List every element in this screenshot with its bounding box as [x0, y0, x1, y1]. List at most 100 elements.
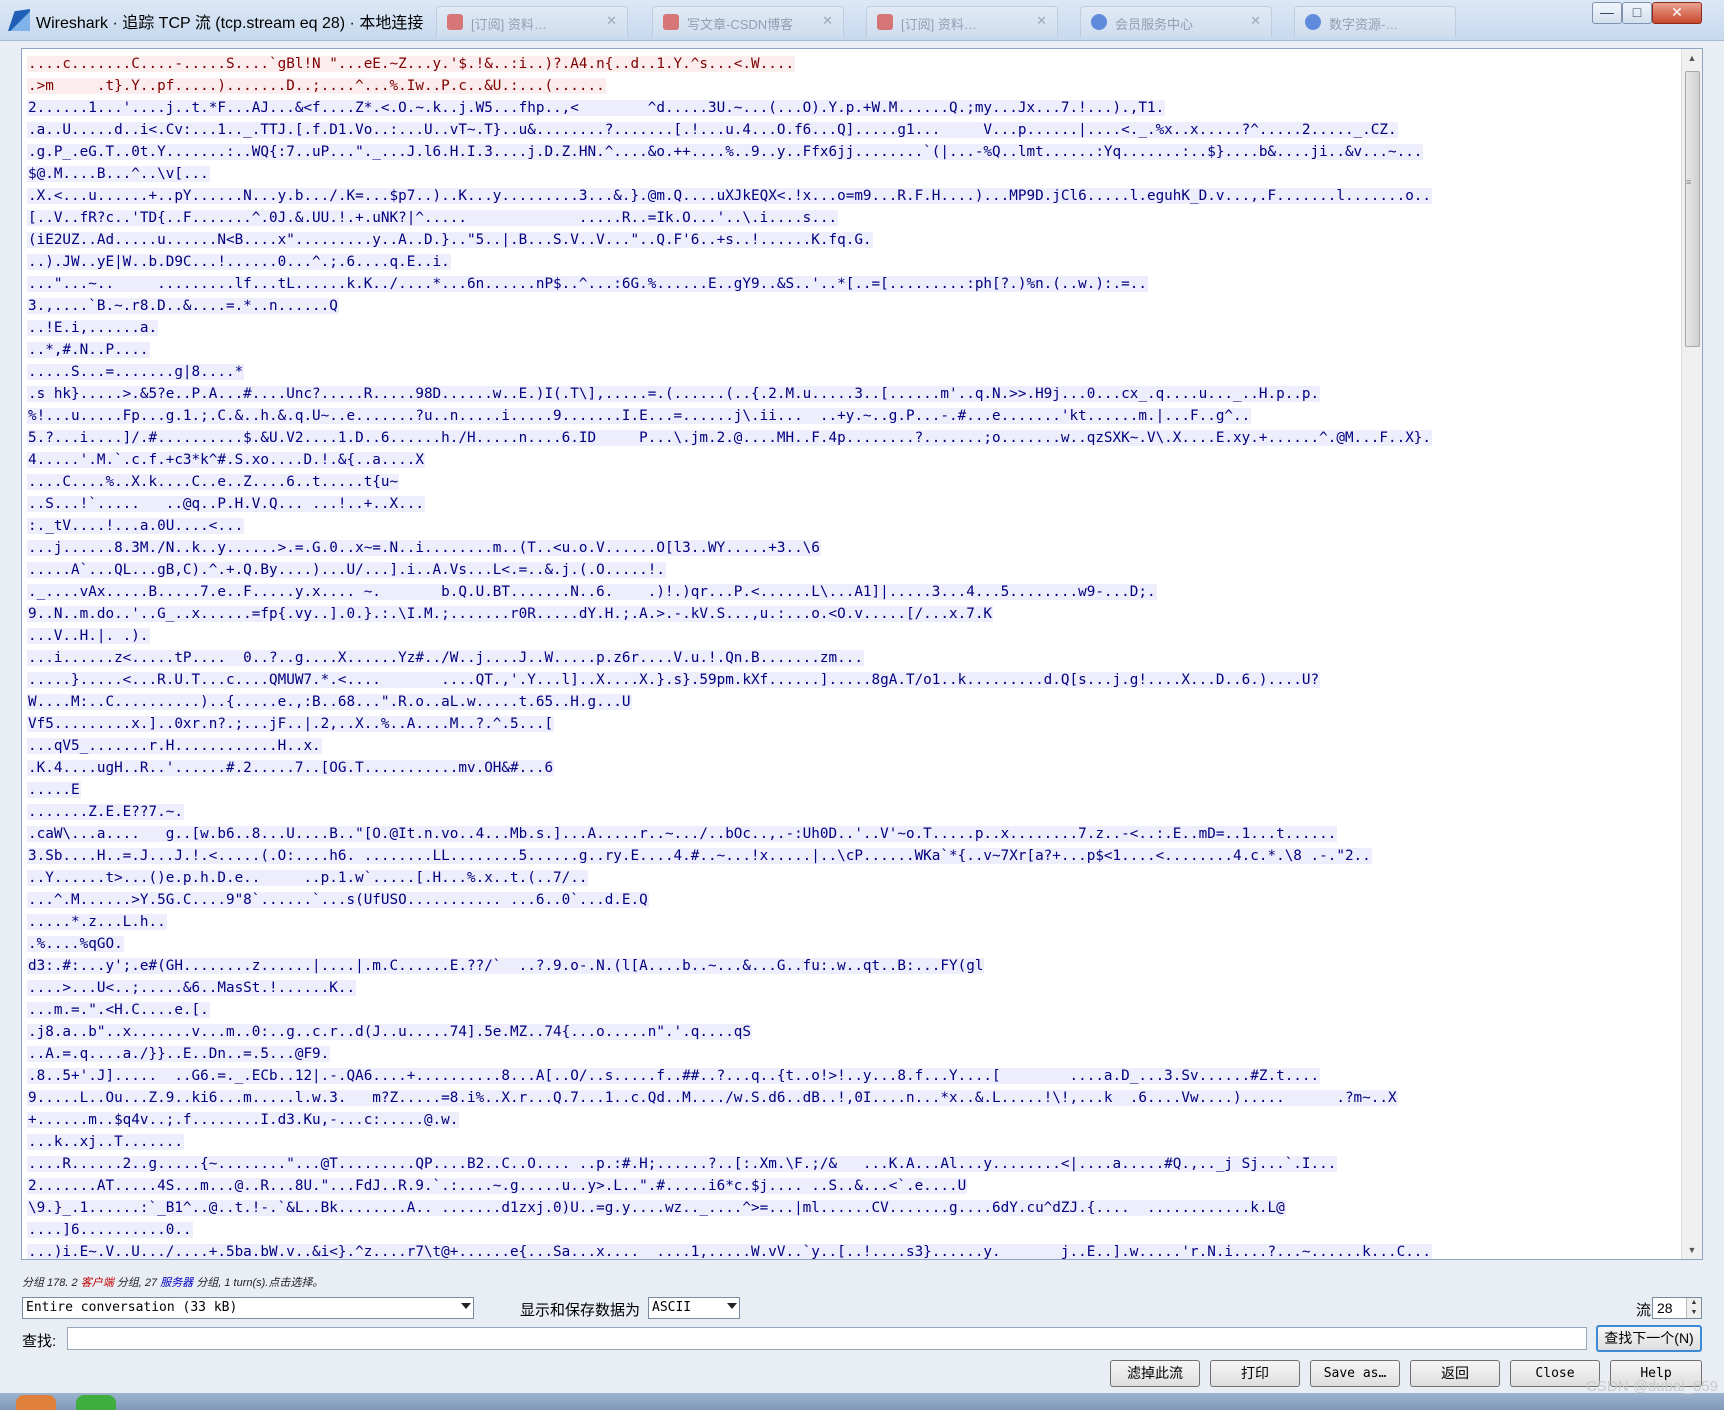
server-data-line[interactable]: ...i......z<.....tP.... 0..?..g....X....…: [27, 647, 1677, 669]
dropdown-arrow-icon: [727, 1303, 737, 1309]
background-browser-tab-4[interactable]: 会员服务中心 ✕: [1080, 6, 1272, 37]
wireshark-fin-icon: [8, 9, 30, 31]
show-as-label: 显示和保存数据为: [520, 1302, 641, 1319]
stream-text[interactable]: ....c.......C....-.....S....`gBl!N "...e…: [27, 53, 1677, 1259]
server-data-line[interactable]: ...)i.E~.V..U.../....+.5ba.bW.v..&i<}.^z…: [27, 1241, 1677, 1259]
server-data-line[interactable]: ...j......8.3M./N..k..y......>.=.G.0..x~…: [27, 537, 1677, 559]
server-data-line[interactable]: ...^.M......>Y.5G.C....9"8`......`...s(U…: [27, 889, 1677, 911]
server-data-line[interactable]: 5.?...i....]/.#..........$.&U.V2....1.D.…: [27, 427, 1677, 449]
server-data-line[interactable]: ....>...U<..;.....&6..MasSt.!......K..: [27, 977, 1677, 999]
stream-number-spinbox[interactable]: 28 ▲ ▼: [1652, 1297, 1702, 1319]
client-data-line[interactable]: ....c.......C....-.....S....`gBl!N "...e…: [27, 53, 1677, 75]
server-data-line[interactable]: .......Z.E.E??7.~.: [27, 801, 1677, 823]
maximize-button[interactable]: □: [1622, 2, 1652, 24]
server-data-line[interactable]: ..."...~.. .........lf...tL......k.K../.…: [27, 273, 1677, 295]
server-data-line[interactable]: [..V..fR?c..'TD{..F.......^.0J.&.UU.!.+.…: [27, 207, 1677, 229]
server-data-line[interactable]: .....E: [27, 779, 1677, 801]
save-as-button[interactable]: Save as…: [1310, 1360, 1400, 1387]
server-data-line[interactable]: .K.4....ugH..R..'......#.2.....7..[OG.T.…: [27, 757, 1677, 779]
print-button[interactable]: 打印: [1210, 1360, 1300, 1387]
server-data-line[interactable]: ...m.=.".<H.C....e.[.: [27, 999, 1677, 1021]
server-data-line[interactable]: ...qV5_.......r.H............H..x.: [27, 735, 1677, 757]
server-data-line[interactable]: ...V..H.|. .).: [27, 625, 1677, 647]
server-data-line[interactable]: ..).JW..yE|W..b.D9C...!......0...^.;.6..…: [27, 251, 1677, 273]
background-browser-tab-5[interactable]: 数字资源-…: [1294, 6, 1456, 37]
server-data-line[interactable]: :._tV....!...a.0U....<...: [27, 515, 1677, 537]
spin-up-icon[interactable]: ▲: [1686, 1298, 1701, 1308]
server-data-line[interactable]: d3:.#:...y';.e#(GH........z......|....|.…: [27, 955, 1677, 977]
tab-close-icon[interactable]: ✕: [1250, 13, 1261, 29]
find-next-button[interactable]: 查找下一个(N): [1596, 1325, 1702, 1352]
vertical-scrollbar[interactable]: ▲ ≡ ▼: [1681, 49, 1702, 1259]
stream-status-text: 分组 178. 2 客户端 分组, 27 服务器 分组, 1 turn(s).点…: [22, 1277, 324, 1289]
stream-label: 流: [1636, 1302, 1652, 1319]
server-data-line[interactable]: $@.M....B...^..\v[...: [27, 163, 1677, 185]
dropdown-arrow-icon: [461, 1303, 471, 1309]
close-window-button[interactable]: ✕: [1652, 2, 1702, 24]
server-data-line[interactable]: 4.....'.M.`.c.f.+c3*k^#.S.xo....D.!.&{..…: [27, 449, 1677, 471]
scroll-grip-icon: ≡: [1686, 177, 1692, 187]
taskbar-chat-icon[interactable]: [76, 1395, 116, 1410]
find-input[interactable]: [67, 1327, 1587, 1350]
background-browser-tab-2[interactable]: 写文章-CSDN博客 ✕: [652, 6, 844, 37]
server-data-line[interactable]: ..S...!`..... ..@q..P.H.V.Q... ...!..+..…: [27, 493, 1677, 515]
server-data-line[interactable]: ..A.=.q....a./}}..E..Dn..=.5...@F9.: [27, 1043, 1677, 1065]
minimize-button[interactable]: —: [1592, 2, 1622, 24]
server-data-line[interactable]: 9..N..m.do..'..G_..x......=fp{.vy..].0.}…: [27, 603, 1677, 625]
taskbar-app-icon[interactable]: [16, 1395, 56, 1410]
client-label: 客户端: [80, 1277, 114, 1289]
server-data-line[interactable]: 3.Sb....H..=.J...J.!.<.....(.O:....h6. .…: [27, 845, 1677, 867]
tab-close-icon[interactable]: ✕: [606, 13, 617, 29]
server-data-line[interactable]: 9.....L..Ou...Z.9..ki6...m.....l.w.3. m?…: [27, 1087, 1677, 1109]
server-data-line[interactable]: Vf5.........x.]..0xr.n?.;...jF..|.2,..X.…: [27, 713, 1677, 735]
server-data-line[interactable]: .g.P_.eG.T..0t.Y.......:..WQ{:7..uP...".…: [27, 141, 1677, 163]
server-data-line[interactable]: ....]6..........0..: [27, 1219, 1677, 1241]
server-data-line[interactable]: .....}.....<...R.U.T...c....QMUW7.*.<...…: [27, 669, 1677, 691]
server-data-line[interactable]: .X.<...u......+..pY......N...y.b.../.K=.…: [27, 185, 1677, 207]
watermark-text: CSDN @dubai_659: [1586, 1378, 1718, 1395]
server-data-line[interactable]: 2.......AT.....4S...m...@..R...8U."...Fd…: [27, 1175, 1677, 1197]
server-data-line[interactable]: .8..5+'.J]..... ..G6.=._.ECb..12|.-.QA6.…: [27, 1065, 1677, 1087]
background-browser-tab-3[interactable]: [订阅] 资料… ✕: [866, 6, 1058, 37]
server-data-line[interactable]: .....S...=.......g|8....*: [27, 361, 1677, 383]
server-data-line[interactable]: .%....%qGO.: [27, 933, 1677, 955]
scroll-up-arrow-icon[interactable]: ▲: [1682, 49, 1702, 67]
encoding-select[interactable]: ASCII: [648, 1297, 740, 1319]
server-data-line[interactable]: 2......1...'....j..t.*F...AJ...&<f....Z*…: [27, 97, 1677, 119]
server-data-line[interactable]: \9.}_.1......:`_B1^..@..t.!-.`&L..Bk....…: [27, 1197, 1677, 1219]
tab-favicon-icon: [447, 14, 463, 30]
background-browser-tab-1[interactable]: [订阅] 资料… ✕: [436, 6, 628, 37]
tab-close-icon[interactable]: ✕: [822, 13, 833, 29]
scrollbar-thumb[interactable]: [1685, 71, 1700, 347]
server-data-line[interactable]: .....*.z...L.h..: [27, 911, 1677, 933]
server-data-line[interactable]: .j8.a..b"..x.......v...m..0:..g..c.r..d(…: [27, 1021, 1677, 1043]
title-bar: Wireshark · 追踪 TCP 流 (tcp.stream eq 28) …: [0, 0, 1724, 41]
taskbar: [0, 1393, 1724, 1410]
server-data-line[interactable]: W....M:..C..........)..{.....e.,:B..68..…: [27, 691, 1677, 713]
server-data-line[interactable]: ..Y......t>...()e.p.h.D.e.. ..p.1.w`....…: [27, 867, 1677, 889]
server-data-line[interactable]: .s hk}.....>.&5?e..P.A...#....Unc?.....R…: [27, 383, 1677, 405]
tab-close-icon[interactable]: ✕: [1036, 13, 1047, 29]
server-data-line[interactable]: ....C....%..X.k....C..e..Z....6..t.....t…: [27, 471, 1677, 493]
back-button[interactable]: 返回: [1410, 1360, 1500, 1387]
server-data-line[interactable]: %!...u.....Fp...g.1.;.C.&..h.&.q.U~..e..…: [27, 405, 1677, 427]
server-data-line[interactable]: +......m..$q4v..;.f........I.d3.Ku,-...c…: [27, 1109, 1677, 1131]
spin-down-icon[interactable]: ▼: [1686, 1308, 1701, 1318]
server-data-line[interactable]: 3.,....`B.~.r8.D..&....=.*..n......Q: [27, 295, 1677, 317]
server-data-line[interactable]: .....A`...QL...gB,C).^.+.Q.By....)...U/.…: [27, 559, 1677, 581]
filter-out-stream-button[interactable]: 滤掉此流: [1110, 1360, 1200, 1387]
server-data-line[interactable]: ._....vAx.....B.....7.e..F.....y.x.... ~…: [27, 581, 1677, 603]
conversation-select[interactable]: Entire conversation (33 kB): [22, 1297, 474, 1319]
server-data-line[interactable]: .caW\...a.... g..[w.b6..8...U....B.."[O.…: [27, 823, 1677, 845]
server-data-line[interactable]: .a..U.....d..i<.Cv:...1.._.TTJ.[.f.D1.Vo…: [27, 119, 1677, 141]
server-label: 服务器: [160, 1277, 194, 1289]
server-data-line[interactable]: (iE2UZ..Ad.....u......N<B....x".........…: [27, 229, 1677, 251]
server-data-line[interactable]: ..*,#.N..P....: [27, 339, 1677, 361]
server-data-line[interactable]: ....R......2..g.....{~........"...@T....…: [27, 1153, 1677, 1175]
client-data-line[interactable]: .>m .t}.Y..pf.....).......D..;....^...%.…: [27, 75, 1677, 97]
scroll-down-arrow-icon[interactable]: ▼: [1682, 1241, 1702, 1259]
stream-content-pane[interactable]: ....c.......C....-.....S....`gBl!N "...e…: [21, 48, 1703, 1260]
server-data-line[interactable]: ...k..xj..T.......: [27, 1131, 1677, 1153]
server-data-line[interactable]: ..!E.i,......a.: [27, 317, 1677, 339]
tab-favicon-icon: [877, 14, 893, 30]
